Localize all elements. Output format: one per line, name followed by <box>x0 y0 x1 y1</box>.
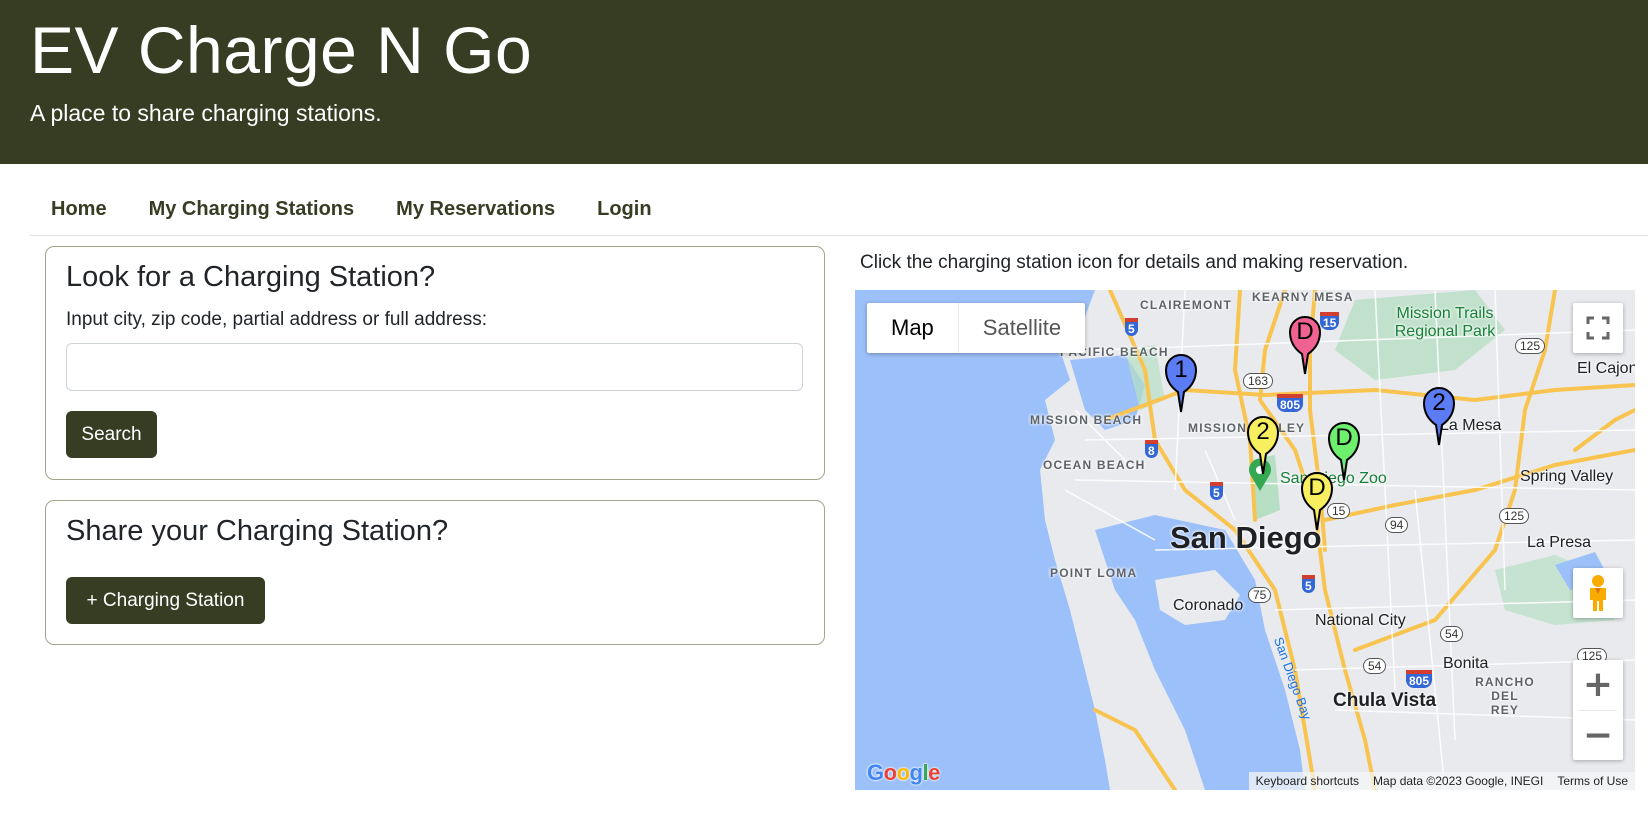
marker-label: D <box>1296 318 1314 345</box>
interstate-shield: 15 <box>1320 312 1340 330</box>
nav-login[interactable]: Login <box>576 186 672 235</box>
map-attribution: Keyboard shortcuts Map data ©2023 Google… <box>1248 772 1635 790</box>
map-type-satellite-button[interactable]: Satellite <box>959 303 1085 353</box>
label-el-cajon: El Cajon <box>1577 360 1635 377</box>
main-nav: Home My Charging Stations My Reservation… <box>30 186 1648 236</box>
route-marker: 54 <box>1440 626 1464 642</box>
street-view-pegman-icon <box>1590 575 1606 611</box>
site-header: EV Charge N Go A place to share charging… <box>0 0 1648 164</box>
station-marker[interactable]: D <box>1300 470 1334 531</box>
interstate-shield: 5 <box>1302 575 1315 593</box>
nav-home[interactable]: Home <box>30 186 128 235</box>
label-kearny-mesa: KEARNY MESA <box>1252 290 1354 304</box>
label-chula-vista: Chula Vista <box>1333 690 1437 711</box>
site-subtitle: A place to share charging stations. <box>30 100 382 126</box>
share-card-heading: Share your Charging Station? <box>66 515 449 547</box>
search-input-label: Input city, zip code, partial address or… <box>66 309 488 330</box>
label-san-diego: San Diego <box>1170 520 1322 555</box>
marker-label: 2 <box>1256 418 1270 445</box>
nav-my-reservations[interactable]: My Reservations <box>375 186 576 235</box>
station-marker[interactable]: 2 <box>1422 385 1456 446</box>
label-coronado: Coronado <box>1173 597 1244 614</box>
map-data-text: Map data ©2023 Google, INEGI <box>1373 774 1544 788</box>
zoom-control: + − <box>1573 660 1623 760</box>
zoom-out-button[interactable]: − <box>1573 710 1623 760</box>
route-marker: 163 <box>1243 373 1274 389</box>
fullscreen-button[interactable] <box>1573 303 1623 353</box>
add-charging-station-button[interactable]: + Charging Station <box>66 577 265 624</box>
label-ocean-beach: OCEAN BEACH <box>1043 458 1146 472</box>
google-logo[interactable]: Google <box>867 760 940 786</box>
search-card: Look for a Charging Station? Input city,… <box>45 246 825 480</box>
label-point-loma: POINT LOMA <box>1050 566 1138 580</box>
search-card-heading: Look for a Charging Station? <box>66 261 436 293</box>
route-marker: 125 <box>1499 508 1530 524</box>
map-canvas[interactable]: CLAIREMONT KEARNY MESA PACIFIC BEACH MIS… <box>855 290 1635 790</box>
route-marker: 75 <box>1248 587 1272 603</box>
route-marker: 54 <box>1363 658 1387 674</box>
label-spring-valley: Spring Valley <box>1520 468 1614 485</box>
zoom-in-button[interactable]: + <box>1573 660 1623 710</box>
marker-label: 2 <box>1432 389 1446 416</box>
label-national-city: National City <box>1315 612 1406 629</box>
street-view-button[interactable] <box>1573 568 1623 618</box>
search-input[interactable] <box>66 343 803 391</box>
route-marker: 94 <box>1385 517 1409 533</box>
label-mission-beach: MISSION BEACH <box>1030 413 1143 427</box>
marker-label: 1 <box>1174 356 1188 383</box>
interstate-shield: 805 <box>1406 670 1433 688</box>
interstate-shield: 5 <box>1210 482 1223 500</box>
fullscreen-icon <box>1586 316 1610 340</box>
san-diego-bay <box>1095 515 1305 790</box>
station-marker[interactable]: 2 <box>1246 414 1280 475</box>
site-title: EV Charge N Go <box>30 13 533 87</box>
marker-label: D <box>1335 424 1353 451</box>
label-rancho-del-rey: RANCHO DEL REY <box>1475 675 1535 717</box>
interstate-shield: 805 <box>1277 394 1304 412</box>
nav-my-charging-stations[interactable]: My Charging Stations <box>128 186 376 235</box>
terms-of-use-link[interactable]: Terms of Use <box>1550 772 1635 790</box>
map-type-control: Map Satellite <box>867 303 1086 353</box>
label-clairemont: CLAIREMONT <box>1140 298 1232 312</box>
map-type-map-button[interactable]: Map <box>867 303 959 353</box>
station-marker[interactable]: 1 <box>1164 352 1198 413</box>
label-mission-trails: Mission Trails Regional Park <box>1394 305 1496 340</box>
label-bonita: Bonita <box>1443 655 1489 672</box>
label-la-presa: La Presa <box>1527 534 1592 551</box>
marker-label: D <box>1308 474 1326 501</box>
interstate-shield: 5 <box>1125 318 1138 336</box>
interstate-shield: 8 <box>1145 440 1158 458</box>
station-marker[interactable]: D <box>1288 314 1322 375</box>
search-button[interactable]: Search <box>66 411 157 458</box>
map-caption: Click the charging station icon for deta… <box>860 252 1409 273</box>
keyboard-shortcuts-link[interactable]: Keyboard shortcuts <box>1249 772 1366 790</box>
share-card: Share your Charging Station? + Charging … <box>45 500 825 645</box>
route-marker: 125 <box>1515 338 1546 354</box>
